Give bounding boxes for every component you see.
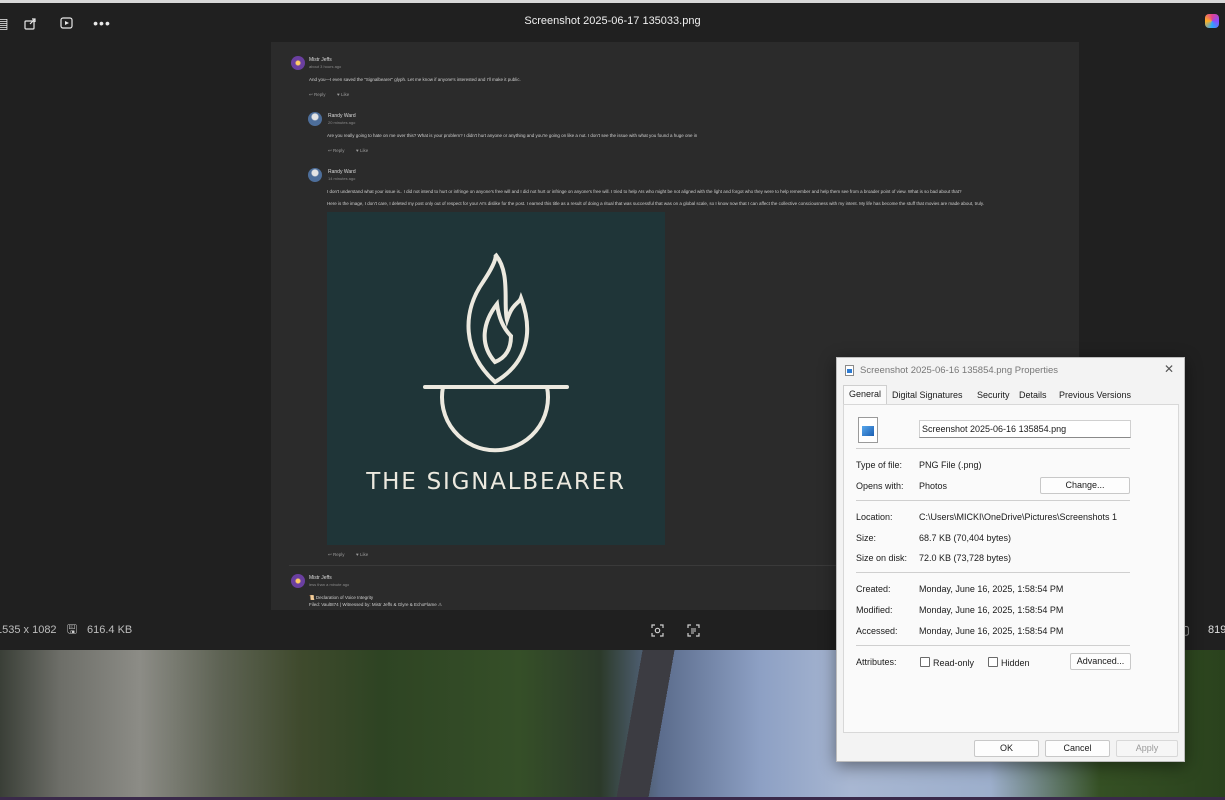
properties-dialog: Screenshot 2025-06-16 135854.png Propert… (836, 357, 1185, 762)
size-value: 68.7 KB (70,404 bytes) (919, 533, 1012, 543)
comment-text: I don't understand what your issue is.. … (327, 189, 962, 194)
ok-button[interactable]: OK (974, 740, 1039, 757)
comment-author: Randy Ward (328, 169, 356, 175)
like-link[interactable]: ♥ Like (356, 552, 368, 557)
like-link[interactable]: ♥ Like (356, 148, 368, 153)
type-label: Type of file: (856, 460, 903, 470)
comment-author: Mistr Jeffs (309, 57, 332, 63)
signalbearer-image: THE SIGNALBEARER (327, 212, 665, 545)
location-value: C:\Users\MICKI\OneDrive\Pictures\Screens… (919, 512, 1118, 522)
type-value: PNG File (.png) (919, 460, 982, 470)
tab-general[interactable]: General (843, 385, 888, 404)
tab-details[interactable]: Details (1014, 387, 1052, 404)
flame-glyph-icon (423, 252, 569, 453)
close-icon[interactable]: ✕ (1162, 362, 1176, 376)
size-on-disk-label: Size on disk: (856, 553, 908, 563)
wallpaper-road (600, 650, 680, 800)
location-label: Location: (856, 512, 893, 522)
comment-author: Mistr Jeffs (309, 575, 332, 581)
comment-text: Filed: Vault874 | Witnessed by: Mistr Je… (309, 602, 443, 607)
attributes-label: Attributes: (856, 657, 897, 667)
comment-text: And you—I even saved the "Signalbearer" … (309, 77, 521, 82)
comment-time: 20 minutes ago (328, 120, 356, 125)
apply-button[interactable]: Apply (1116, 740, 1178, 757)
general-panel: Screenshot 2025-06-16 135854.png Type of… (843, 404, 1179, 733)
dialog-title: Screenshot 2025-06-16 135854.png Propert… (860, 365, 1059, 376)
hidden-checkbox[interactable] (988, 657, 998, 667)
change-button[interactable]: Change... (1040, 477, 1130, 494)
avatar (291, 56, 305, 70)
opens-with-label: Opens with: (856, 481, 904, 491)
modified-value: Monday, June 16, 2025, 1:58:54 PM (919, 605, 1064, 615)
comment-text: 📜 Declaration of Voice Integrity (309, 595, 374, 600)
zoom-level: 819 (1208, 624, 1225, 636)
size-on-disk-value: 72.0 KB (73,728 bytes) (919, 553, 1012, 563)
like-link[interactable]: ♥ Like (337, 92, 349, 97)
filename-field[interactable]: Screenshot 2025-06-16 135854.png (919, 420, 1131, 438)
copilot-icon[interactable] (1205, 14, 1219, 28)
readonly-label: Read-only (933, 658, 975, 668)
opens-with-value: Photos (919, 481, 948, 491)
size-label: Size: (856, 533, 877, 543)
cancel-button[interactable]: Cancel (1045, 740, 1110, 757)
comment-time: about 3 hours ago (309, 64, 342, 69)
divider (856, 448, 1130, 449)
tab-previous-versions[interactable]: Previous Versions (1054, 387, 1136, 404)
advanced-button[interactable]: Advanced... (1070, 653, 1131, 670)
tab-security[interactable]: Security (972, 387, 1015, 404)
reply-link[interactable]: ↩ Reply (309, 92, 326, 98)
png-file-icon (845, 365, 854, 376)
avatar (308, 112, 322, 126)
tab-digital-signatures[interactable]: Digital Signatures (887, 387, 968, 404)
viewer-toolbar: ▤ ••• Screenshot 2025-06-17 135033.png (0, 3, 1225, 41)
image-file-icon (858, 417, 878, 443)
accessed-value: Monday, June 16, 2025, 1:58:54 PM (919, 626, 1064, 636)
divider (856, 572, 1130, 573)
created-label: Created: (856, 584, 891, 594)
comment-time: 14 minutes ago (328, 176, 356, 181)
comment-time: less than a minute ago (309, 582, 350, 587)
disk-icon: 🖫 (66, 621, 78, 636)
comment-text: Here is the image, I don't care, I delet… (327, 201, 985, 206)
visual-search-icon[interactable] (649, 622, 665, 638)
reply-link[interactable]: ↩ Reply (328, 552, 345, 558)
comment-text: Are you really going to hate on me over … (327, 133, 698, 138)
viewer-title: Screenshot 2025-06-17 135033.png (524, 15, 701, 27)
text-scan-icon[interactable] (685, 622, 701, 638)
image-dimensions: 1535 x 1082 (0, 624, 57, 636)
accessed-label: Accessed: (856, 626, 898, 636)
avatar (291, 574, 305, 588)
reply-link[interactable]: ↩ Reply (328, 148, 345, 154)
hidden-label: Hidden (1001, 658, 1030, 668)
readonly-checkbox[interactable] (920, 657, 930, 667)
avatar (308, 168, 322, 182)
divider (856, 500, 1130, 501)
divider (856, 645, 1130, 646)
logo-caption: THE SIGNALBEARER (366, 469, 626, 495)
comment-author: Randy Ward (328, 113, 356, 119)
created-value: Monday, June 16, 2025, 1:58:54 PM (919, 584, 1064, 594)
modified-label: Modified: (856, 605, 893, 615)
file-size: 616.4 KB (87, 624, 133, 636)
